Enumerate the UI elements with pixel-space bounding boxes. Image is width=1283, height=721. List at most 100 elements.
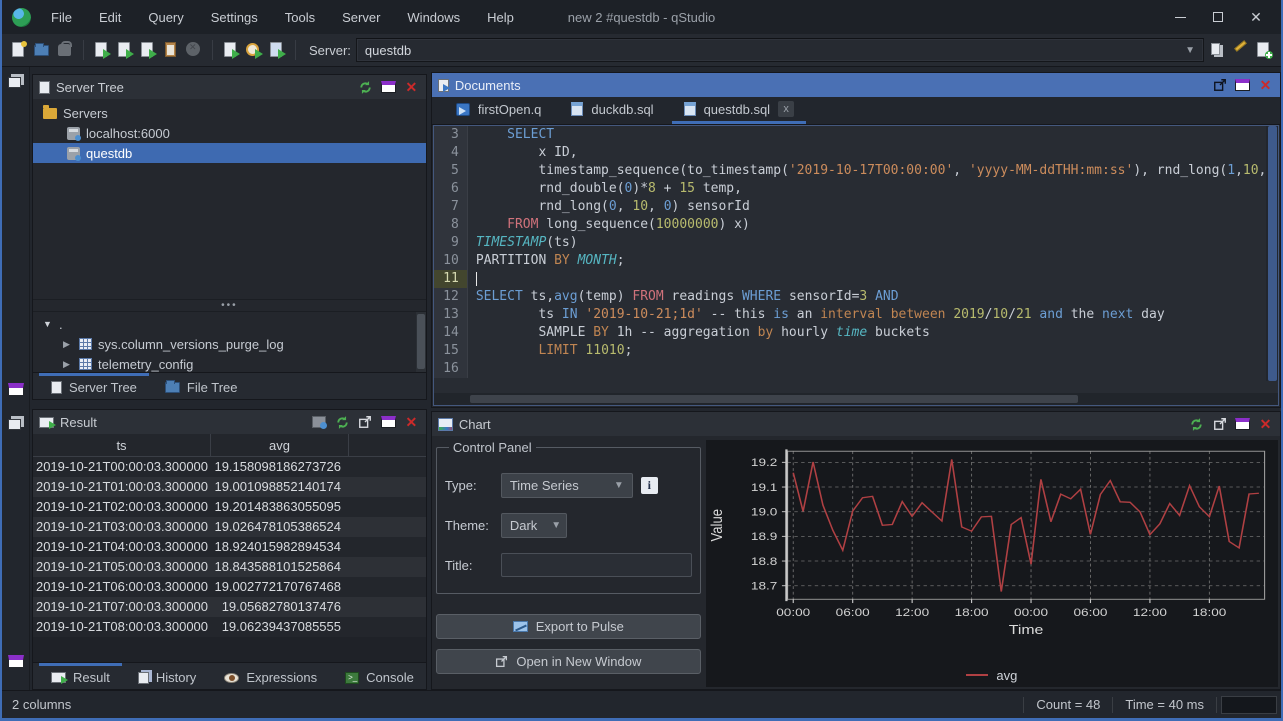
stop-query-button[interactable] (185, 41, 203, 59)
code-editor[interactable]: 3 SELECT4 x ID,5 timestamp_sequence(to_t… (434, 126, 1278, 393)
tree-node-label: sys.column_versions_purge_log (98, 337, 284, 352)
tab-history[interactable]: History (126, 663, 208, 689)
table-row[interactable]: 2019-10-21T01:00:03.30000019.00109885214… (33, 477, 426, 497)
run-selection-button[interactable] (139, 41, 157, 59)
tab-questdb-sql[interactable]: questdb.sql x (672, 97, 807, 124)
info-icon[interactable]: i (641, 477, 658, 494)
watch-query-button[interactable] (245, 41, 263, 59)
new-file-button[interactable] (10, 41, 28, 59)
menu-edit[interactable]: Edit (99, 10, 121, 25)
tab-server-tree[interactable]: Server Tree (39, 373, 149, 399)
editor-line: 12SELECT ts,avg(temp) FROM readings WHER… (434, 288, 1278, 306)
close-panel-button[interactable]: ✕ (403, 415, 420, 430)
paste-run-button[interactable] (162, 41, 180, 59)
minimized-panel-icon[interactable] (8, 383, 24, 396)
server-combo[interactable]: questdb ▼ (356, 38, 1204, 62)
table-row[interactable]: 2019-10-21T00:00:03.30000019.15809818627… (33, 457, 426, 477)
tree-node-server[interactable]: localhost:6000 (33, 123, 426, 143)
table-row[interactable]: 2019-10-21T06:00:03.30000019.00277217076… (33, 577, 426, 597)
menu-tools[interactable]: Tools (285, 10, 315, 25)
run-line-button[interactable] (116, 41, 134, 59)
refresh-chart-button[interactable] (1188, 417, 1205, 432)
menu-file[interactable]: File (51, 10, 72, 25)
popout-chart-button[interactable] (1211, 417, 1228, 432)
server-combo-value: questdb (365, 43, 411, 58)
export-to-pulse-button[interactable]: Export to Pulse (436, 614, 701, 639)
chevron-expanded-icon[interactable]: ▼ (43, 319, 53, 329)
close-button[interactable]: ✕ (1241, 6, 1271, 28)
tab-firstopen-q[interactable]: firstOpen.q (444, 97, 554, 124)
chart-title-input[interactable] (501, 553, 692, 577)
minimized-panel-icon[interactable] (8, 655, 24, 668)
editor-horizontal-scrollbar[interactable] (434, 393, 1278, 405)
column-header-ts[interactable]: ts (33, 434, 211, 456)
chevron-down-icon: ▼ (551, 520, 561, 531)
tree-node-servers[interactable]: Servers (33, 103, 426, 123)
window-title: new 2 #questdb - qStudio (568, 10, 715, 25)
edit-server-button[interactable] (1232, 41, 1250, 59)
chart-title: Chart (459, 417, 491, 432)
restore-panels-icon[interactable] (8, 77, 21, 88)
popout-icon (358, 415, 372, 429)
refresh-button[interactable] (357, 80, 374, 95)
tree-scrollbar[interactable] (416, 312, 426, 372)
close-panel-button[interactable]: ✕ (403, 80, 420, 95)
chevron-collapsed-icon[interactable]: ▶ (63, 359, 73, 370)
result-table-header: ts avg (33, 434, 426, 457)
add-server-button[interactable] (1255, 41, 1273, 59)
refresh-result-button[interactable] (334, 415, 351, 430)
tab-expressions[interactable]: Expressions (212, 663, 329, 689)
menu-query[interactable]: Query (148, 10, 183, 25)
chart-type-select[interactable]: Time Series ▼ (501, 473, 633, 498)
tree-node-server-selected[interactable]: questdb (33, 143, 426, 163)
tree-node-table[interactable]: ▶ sys.column_versions_purge_log (33, 334, 426, 354)
tab-result[interactable]: Result (39, 663, 122, 689)
send-query-button[interactable] (222, 41, 240, 59)
table-row[interactable]: 2019-10-21T03:00:03.30000019.02647810538… (33, 517, 426, 537)
maximize-panel-button[interactable] (1234, 78, 1251, 93)
tab-duckdb-sql[interactable]: duckdb.sql (559, 97, 665, 124)
tab-console[interactable]: >_ Console (333, 663, 426, 689)
copy-server-button[interactable] (1209, 41, 1227, 59)
tree-node-table[interactable]: ▶telemetry_config (33, 354, 426, 372)
open-in-new-window-button[interactable]: Open in New Window (436, 649, 701, 674)
popout-documents-button[interactable] (1211, 78, 1228, 93)
close-panel-button[interactable]: ✕ (1257, 417, 1274, 432)
export-result-button[interactable] (311, 415, 328, 430)
tab-file-tree[interactable]: File Tree (153, 373, 250, 399)
table-row[interactable]: 2019-10-21T07:00:03.30000019.05682780137… (33, 597, 426, 617)
table-row[interactable]: 2019-10-21T02:00:03.30000019.20148386305… (33, 497, 426, 517)
maximize-button[interactable] (1203, 6, 1233, 28)
editor-line: 6 rnd_double(0)*8 + 15 temp, (434, 180, 1278, 198)
menu-windows[interactable]: Windows (407, 10, 460, 25)
run-script-button[interactable] (268, 41, 286, 59)
open-file-button[interactable] (33, 41, 51, 59)
maximize-panel-button[interactable] (380, 415, 397, 430)
cell-ts: 2019-10-21T06:00:03.300000 (33, 577, 211, 597)
table-row[interactable]: 2019-10-21T04:00:03.30000018.92401598289… (33, 537, 426, 557)
close-panel-button[interactable]: ✕ (1257, 78, 1274, 93)
tree-node-db-root[interactable]: ▼ . (33, 314, 426, 334)
tab-label: Server Tree (69, 380, 137, 395)
editor-lines: 3 SELECT4 x ID,5 timestamp_sequence(to_t… (434, 126, 1278, 393)
popout-result-button[interactable] (357, 415, 374, 430)
close-tab-button[interactable]: x (778, 101, 794, 117)
table-row[interactable]: 2019-10-21T08:00:03.30000019.06239437085… (33, 617, 426, 637)
menu-settings[interactable]: Settings (211, 10, 258, 25)
maximize-panel-button[interactable] (380, 80, 397, 95)
save-button[interactable] (56, 41, 74, 59)
menu-server[interactable]: Server (342, 10, 380, 25)
editor-line: 11 (434, 270, 1278, 288)
tree-splitter-handle[interactable]: ••• (33, 299, 426, 311)
minimize-button[interactable] (1165, 6, 1195, 28)
chevron-collapsed-icon[interactable]: ▶ (63, 339, 73, 350)
menu-help[interactable]: Help (487, 10, 514, 25)
editor-vertical-scrollbar[interactable] (1266, 126, 1278, 381)
table-row[interactable]: 2019-10-21T05:00:03.30000018.84358810152… (33, 557, 426, 577)
run-query-button[interactable] (93, 41, 111, 59)
svg-text:Value: Value (709, 509, 726, 542)
chart-theme-select[interactable]: Dark ▼ (501, 513, 567, 538)
maximize-panel-button[interactable] (1234, 417, 1251, 432)
column-header-avg[interactable]: avg (211, 434, 349, 456)
restore-panels-icon[interactable] (8, 419, 21, 430)
